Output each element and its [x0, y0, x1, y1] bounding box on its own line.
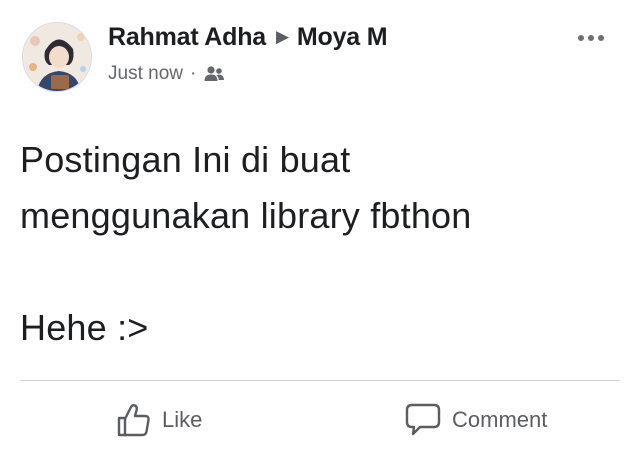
share-arrow-icon: ▶	[276, 27, 289, 46]
post-header: Rahmat Adha ▶ Moya M Just now ·	[20, 20, 620, 92]
post-title: Rahmat Adha ▶ Moya M	[108, 23, 388, 52]
timestamp[interactable]: Just now	[108, 63, 183, 85]
like-button[interactable]: Like	[116, 400, 202, 440]
avatar[interactable]	[22, 22, 92, 92]
avatar-image	[23, 23, 91, 91]
recipient-name[interactable]: Moya M	[297, 23, 388, 51]
author-name[interactable]: Rahmat Adha	[108, 23, 266, 51]
more-options-icon[interactable]	[574, 28, 608, 48]
divider	[20, 380, 620, 381]
facebook-post: Rahmat Adha▶Moya M Just now · Postinga	[0, 0, 640, 458]
like-label: Like	[162, 407, 203, 432]
comment-bubble-icon	[404, 402, 442, 438]
like-thumb-icon	[116, 402, 152, 438]
comment-label: Comment	[452, 407, 548, 432]
post-body: Postingan Ini di buat menggunakan librar…	[20, 139, 472, 348]
post-meta: Just now ·	[108, 63, 225, 85]
comment-button[interactable]: Comment	[404, 400, 547, 440]
friends-icon[interactable]	[203, 65, 225, 83]
meta-separator: ·	[189, 63, 197, 84]
